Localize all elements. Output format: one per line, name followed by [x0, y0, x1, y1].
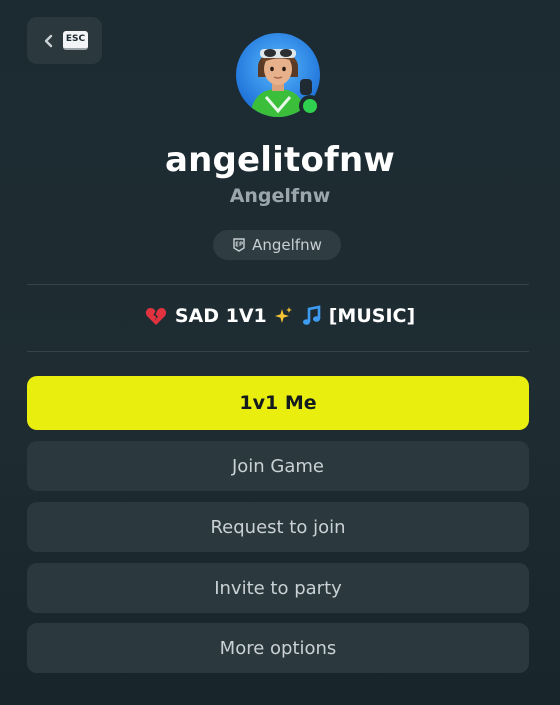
platform-badge: Angelfnw: [213, 230, 341, 260]
avatar: [236, 33, 321, 117]
more-options-button[interactable]: More options: [27, 623, 529, 673]
music-note-icon: [302, 305, 321, 325]
esc-key-hint: ESC: [62, 31, 89, 50]
request-to-join-button[interactable]: Request to join: [27, 502, 529, 552]
platform-name: Angelfnw: [252, 236, 322, 254]
display-name: angelitofnw: [164, 140, 396, 180]
online-status-dot: [299, 95, 321, 117]
status-message: SAD 1V1 [MUSIC]: [0, 305, 560, 327]
back-button[interactable]: ESC: [27, 17, 102, 64]
epic-games-icon: [233, 238, 245, 252]
status-text-main: SAD 1V1: [174, 305, 267, 327]
broken-heart-icon: [145, 308, 166, 325]
challenge-1v1-button[interactable]: 1v1 Me: [27, 376, 529, 430]
sparkles-icon: [274, 307, 292, 323]
invite-to-party-button[interactable]: Invite to party: [27, 563, 529, 613]
divider: [27, 351, 529, 352]
username: Angelfnw: [229, 185, 331, 207]
status-text-tail: [MUSIC]: [328, 305, 416, 327]
join-game-button[interactable]: Join Game: [27, 441, 529, 491]
divider: [27, 284, 529, 285]
chevron-left-icon: [44, 34, 53, 47]
